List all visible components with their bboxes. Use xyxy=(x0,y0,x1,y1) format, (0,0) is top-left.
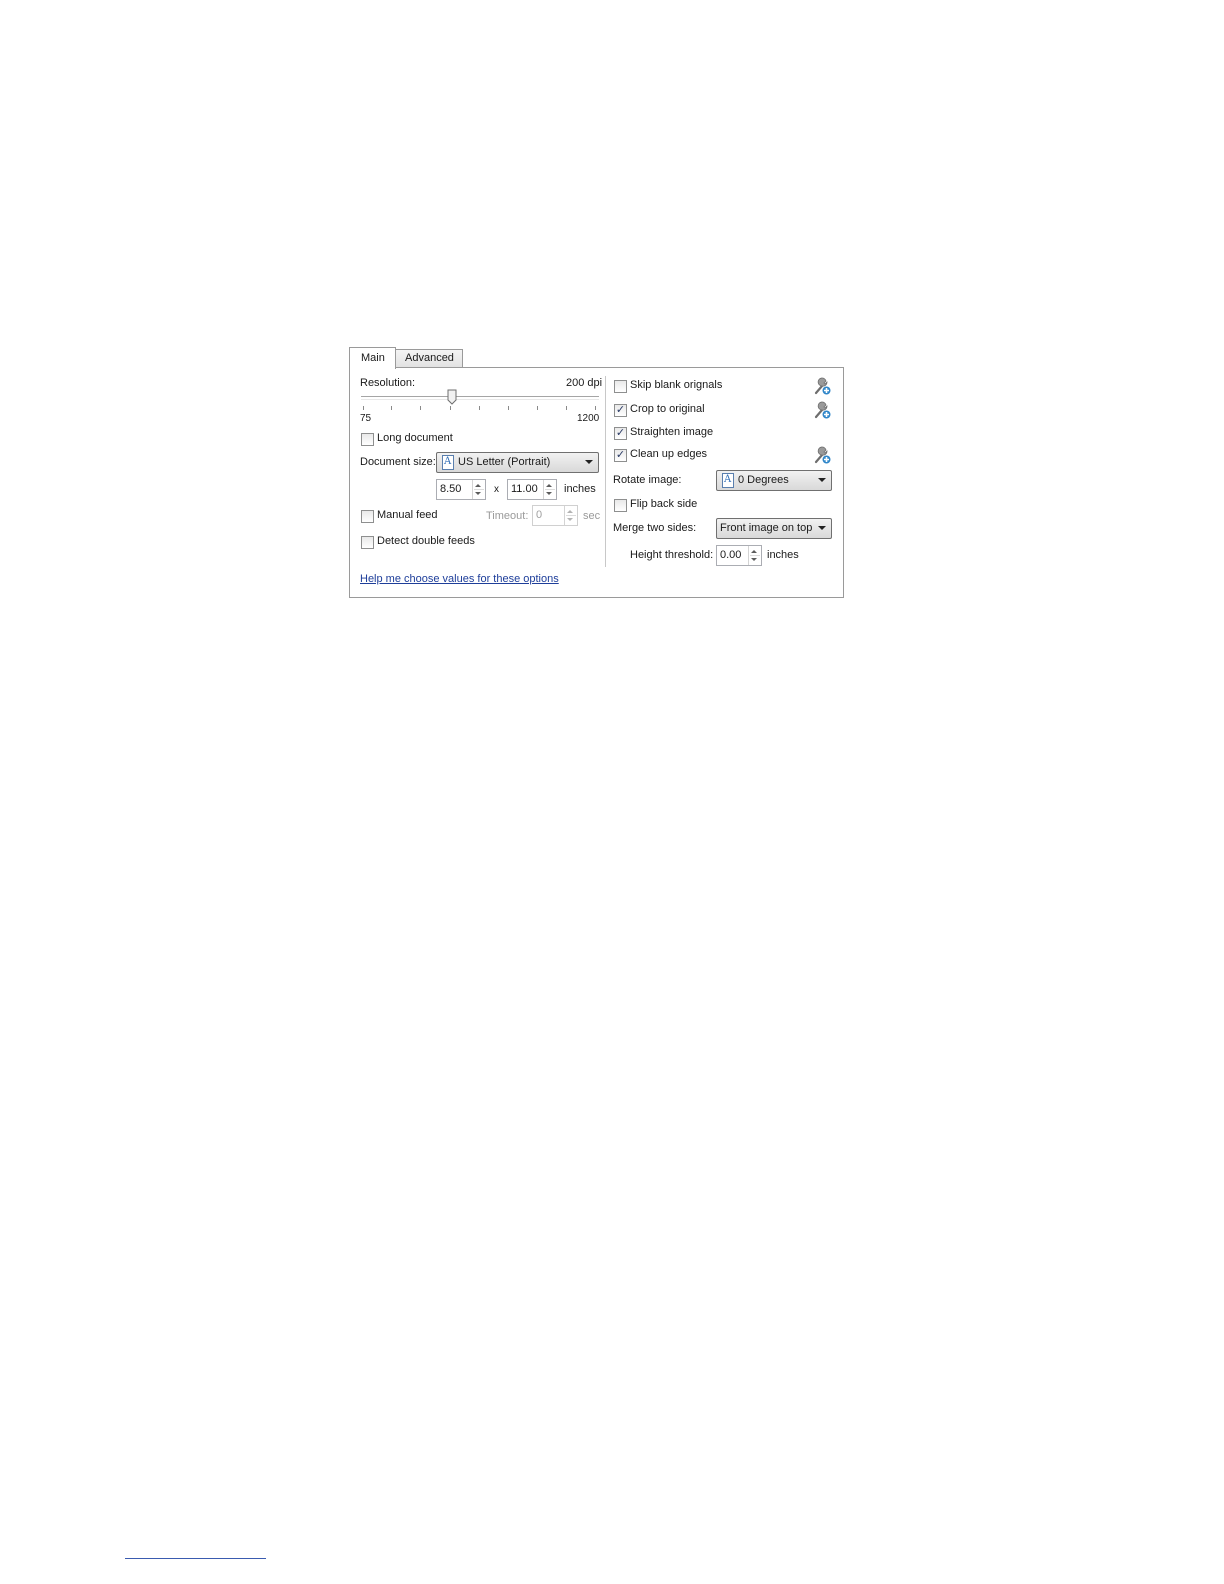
height-threshold-value: 0.00 xyxy=(720,549,742,561)
merge-two-sides-dropdown[interactable]: Front image on top xyxy=(716,518,832,539)
resolution-label: Resolution: xyxy=(360,377,416,389)
slider-tick xyxy=(363,406,364,410)
tab-advanced[interactable]: Advanced xyxy=(395,349,463,368)
merge-two-sides-label: Merge two sides: xyxy=(613,522,697,534)
document-width-field[interactable]: 8.50 xyxy=(436,479,486,500)
manual-feed-checkbox[interactable] xyxy=(361,510,374,523)
document-size-unit: inches xyxy=(564,483,596,495)
slider-tick xyxy=(450,406,451,410)
footnote-rule xyxy=(125,1558,266,1559)
rotate-image-value: 0 Degrees xyxy=(738,474,789,486)
checkmark-icon: ✓ xyxy=(615,448,626,461)
long-document-checkbox[interactable] xyxy=(361,433,374,446)
rotate-image-label: Rotate image: xyxy=(613,474,682,486)
slider-tick xyxy=(595,406,596,410)
detect-double-feeds-label: Detect double feeds xyxy=(377,535,475,547)
wrench-settings-icon[interactable] xyxy=(813,446,831,464)
timeout-spinner[interactable] xyxy=(564,506,577,525)
chevron-down-icon xyxy=(818,478,826,482)
dimension-times-label: x xyxy=(494,484,499,495)
wrench-settings-icon[interactable] xyxy=(813,401,831,419)
straighten-image-label: Straighten image xyxy=(630,426,714,438)
flip-back-side-label: Flip back side xyxy=(630,498,698,510)
help-link[interactable]: Help me choose values for these options xyxy=(360,573,559,585)
height-threshold-label: Height threshold: xyxy=(630,549,714,561)
height-threshold-unit: inches xyxy=(767,549,799,561)
height-threshold-field[interactable]: 0.00 xyxy=(716,545,762,566)
flip-back-side-checkbox[interactable] xyxy=(614,499,627,512)
document-icon: A xyxy=(722,473,734,488)
slider-tick xyxy=(391,406,392,410)
crop-to-original-label: Crop to original xyxy=(630,403,705,415)
checkmark-icon: ✓ xyxy=(615,426,626,439)
long-document-label: Long document xyxy=(377,432,453,444)
document-icon: A xyxy=(442,455,454,470)
scan-settings-panel: Resolution: 200 dpi 75 1200 Long documen… xyxy=(349,367,844,598)
skip-blank-checkbox[interactable] xyxy=(614,380,627,393)
document-height-field[interactable]: 11.00 xyxy=(507,479,557,500)
document-width-value: 8.50 xyxy=(440,483,462,495)
width-spinner[interactable] xyxy=(472,480,485,499)
tab-main-label: Main xyxy=(361,352,385,364)
slider-track xyxy=(361,396,599,400)
timeout-field[interactable]: 0 xyxy=(532,505,578,526)
rotate-image-dropdown[interactable]: A 0 Degrees xyxy=(716,470,832,491)
column-divider xyxy=(605,376,606,567)
timeout-label: Timeout: xyxy=(486,510,529,522)
height-threshold-spinner[interactable] xyxy=(748,546,761,565)
merge-two-sides-value: Front image on top xyxy=(720,522,813,534)
clean-up-edges-checkbox[interactable]: ✓ xyxy=(614,448,627,462)
resolution-max-label: 1200 xyxy=(577,413,600,424)
detect-double-feeds-checkbox[interactable] xyxy=(361,536,374,549)
document-size-label: Document size: xyxy=(360,456,436,468)
tab-main[interactable]: Main xyxy=(349,347,396,369)
wrench-settings-icon[interactable] xyxy=(813,377,831,395)
slider-tick xyxy=(508,406,509,410)
slider-thumb[interactable] xyxy=(447,389,457,405)
document-size-dropdown[interactable]: A US Letter (Portrait) xyxy=(436,452,599,473)
tab-advanced-label: Advanced xyxy=(405,352,454,364)
skip-blank-label: Skip blank orignals xyxy=(630,379,723,391)
timeout-value: 0 xyxy=(536,509,543,521)
resolution-min-label: 75 xyxy=(360,413,372,424)
slider-tick xyxy=(566,406,567,410)
height-spinner[interactable] xyxy=(543,480,556,499)
slider-tick xyxy=(479,406,480,410)
checkmark-icon: ✓ xyxy=(615,403,626,416)
slider-tick xyxy=(420,406,421,410)
document-height-value: 11.00 xyxy=(511,483,538,495)
manual-feed-label: Manual feed xyxy=(377,509,438,521)
crop-to-original-checkbox[interactable]: ✓ xyxy=(614,403,627,417)
slider-tick xyxy=(537,406,538,410)
chevron-down-icon xyxy=(818,526,826,530)
clean-up-edges-label: Clean up edges xyxy=(630,448,708,460)
timeout-unit: sec xyxy=(583,510,601,522)
resolution-value: 200 dpi xyxy=(566,377,603,389)
straighten-image-checkbox[interactable]: ✓ xyxy=(614,426,627,440)
chevron-down-icon xyxy=(585,460,593,464)
document-size-value: US Letter (Portrait) xyxy=(458,456,551,468)
